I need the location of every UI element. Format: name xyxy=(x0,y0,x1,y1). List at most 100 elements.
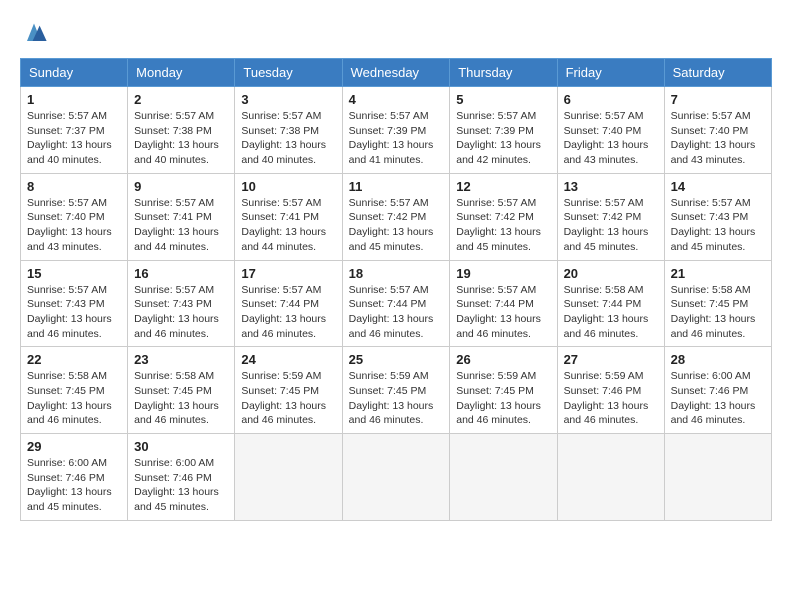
day-number: 18 xyxy=(349,266,444,281)
day-number: 7 xyxy=(671,92,765,107)
day-number: 3 xyxy=(241,92,335,107)
day-info: Sunrise: 5:57 AMSunset: 7:43 PMDaylight:… xyxy=(671,196,765,255)
header-row: SundayMondayTuesdayWednesdayThursdayFrid… xyxy=(21,59,772,87)
day-cell: 18 Sunrise: 5:57 AMSunset: 7:44 PMDayligh… xyxy=(342,260,450,347)
day-info: Sunrise: 5:59 AMSunset: 7:45 PMDaylight:… xyxy=(241,369,335,428)
day-cell: 4Sunrise: 5:57 AMSunset: 7:39 PMDaylight… xyxy=(342,87,450,174)
day-info: Sunrise: 5:58 AMSunset: 7:44 PMDaylight:… xyxy=(564,283,658,342)
day-cell: 16 Sunrise: 5:57 AMSunset: 7:43 PMDayligh… xyxy=(128,260,235,347)
day-info: Sunrise: 5:57 AMSunset: 7:43 PMDaylight:… xyxy=(27,283,121,342)
day-info: Sunrise: 5:57 AMSunset: 7:41 PMDaylight:… xyxy=(134,196,228,255)
day-number: 29 xyxy=(27,439,121,454)
day-number: 8 xyxy=(27,179,121,194)
day-info: Sunrise: 5:57 AMSunset: 7:40 PMDaylight:… xyxy=(671,109,765,168)
day-info: Sunrise: 5:57 AMSunset: 7:40 PMDaylight:… xyxy=(564,109,658,168)
day-number: 2 xyxy=(134,92,228,107)
day-number: 9 xyxy=(134,179,228,194)
day-cell: 14Sunrise: 5:57 AMSunset: 7:43 PMDayligh… xyxy=(664,173,771,260)
day-info: Sunrise: 5:59 AMSunset: 7:45 PMDaylight:… xyxy=(456,369,550,428)
day-info: Sunrise: 5:57 AMSunset: 7:38 PMDaylight:… xyxy=(134,109,228,168)
day-cell: 23Sunrise: 5:58 AMSunset: 7:45 PMDayligh… xyxy=(128,347,235,434)
day-cell: 8 Sunrise: 5:57 AMSunset: 7:40 PMDaylight… xyxy=(21,173,128,260)
day-cell xyxy=(342,434,450,521)
day-number: 25 xyxy=(349,352,444,367)
day-info: Sunrise: 5:57 AMSunset: 7:41 PMDaylight:… xyxy=(241,196,335,255)
day-info: Sunrise: 5:57 AMSunset: 7:38 PMDaylight:… xyxy=(241,109,335,168)
day-number: 5 xyxy=(456,92,550,107)
week-row-4: 29 Sunrise: 6:00 AMSunset: 7:46 PMDayligh… xyxy=(21,434,772,521)
week-row-1: 8 Sunrise: 5:57 AMSunset: 7:40 PMDaylight… xyxy=(21,173,772,260)
day-cell: 12 Sunrise: 5:57 AMSunset: 7:42 PMDayligh… xyxy=(450,173,557,260)
day-cell: 9 Sunrise: 5:57 AMSunset: 7:41 PMDaylight… xyxy=(128,173,235,260)
col-header-monday: Monday xyxy=(128,59,235,87)
col-header-thursday: Thursday xyxy=(450,59,557,87)
day-cell: 30 Sunrise: 6:00 AMSunset: 7:46 PMDayligh… xyxy=(128,434,235,521)
day-cell: 25 Sunrise: 5:59 AMSunset: 7:45 PMDayligh… xyxy=(342,347,450,434)
day-info: Sunrise: 5:58 AMSunset: 7:45 PMDaylight:… xyxy=(27,369,121,428)
day-info: Sunrise: 5:57 AMSunset: 7:39 PMDaylight:… xyxy=(456,109,550,168)
day-cell: 5 Sunrise: 5:57 AMSunset: 7:39 PMDaylight… xyxy=(450,87,557,174)
day-cell: 29 Sunrise: 6:00 AMSunset: 7:46 PMDayligh… xyxy=(21,434,128,521)
day-info: Sunrise: 5:57 AMSunset: 7:43 PMDaylight:… xyxy=(134,283,228,342)
day-cell: 20 Sunrise: 5:58 AMSunset: 7:44 PMDayligh… xyxy=(557,260,664,347)
day-info: Sunrise: 5:58 AMSunset: 7:45 PMDaylight:… xyxy=(134,369,228,428)
day-info: Sunrise: 6:00 AMSunset: 7:46 PMDaylight:… xyxy=(134,456,228,515)
day-number: 21 xyxy=(671,266,765,281)
col-header-wednesday: Wednesday xyxy=(342,59,450,87)
day-cell: 7 Sunrise: 5:57 AMSunset: 7:40 PMDaylight… xyxy=(664,87,771,174)
col-header-sunday: Sunday xyxy=(21,59,128,87)
day-number: 24 xyxy=(241,352,335,367)
day-cell: 26 Sunrise: 5:59 AMSunset: 7:45 PMDayligh… xyxy=(450,347,557,434)
week-row-0: 1 Sunrise: 5:57 AMSunset: 7:37 PMDaylight… xyxy=(21,87,772,174)
day-cell: 1 Sunrise: 5:57 AMSunset: 7:37 PMDaylight… xyxy=(21,87,128,174)
day-info: Sunrise: 5:58 AMSunset: 7:45 PMDaylight:… xyxy=(671,283,765,342)
day-number: 27 xyxy=(564,352,658,367)
day-number: 26 xyxy=(456,352,550,367)
day-number: 1 xyxy=(27,92,121,107)
col-header-friday: Friday xyxy=(557,59,664,87)
day-cell: 10Sunrise: 5:57 AMSunset: 7:41 PMDayligh… xyxy=(235,173,342,260)
day-info: Sunrise: 5:59 AMSunset: 7:45 PMDaylight:… xyxy=(349,369,444,428)
day-info: Sunrise: 5:57 AMSunset: 7:37 PMDaylight:… xyxy=(27,109,121,168)
day-cell: 28 Sunrise: 6:00 AMSunset: 7:46 PMDayligh… xyxy=(664,347,771,434)
day-number: 28 xyxy=(671,352,765,367)
week-row-2: 15 Sunrise: 5:57 AMSunset: 7:43 PMDayligh… xyxy=(21,260,772,347)
day-cell: 22Sunrise: 5:58 AMSunset: 7:45 PMDayligh… xyxy=(21,347,128,434)
day-number: 30 xyxy=(134,439,228,454)
day-number: 20 xyxy=(564,266,658,281)
calendar-table: SundayMondayTuesdayWednesdayThursdayFrid… xyxy=(20,58,772,521)
col-header-saturday: Saturday xyxy=(664,59,771,87)
day-info: Sunrise: 5:57 AMSunset: 7:42 PMDaylight:… xyxy=(349,196,444,255)
day-info: Sunrise: 6:00 AMSunset: 7:46 PMDaylight:… xyxy=(27,456,121,515)
day-info: Sunrise: 5:57 AMSunset: 7:44 PMDaylight:… xyxy=(241,283,335,342)
logo-icon xyxy=(20,20,48,48)
day-cell: 15 Sunrise: 5:57 AMSunset: 7:43 PMDayligh… xyxy=(21,260,128,347)
day-info: Sunrise: 6:00 AMSunset: 7:46 PMDaylight:… xyxy=(671,369,765,428)
day-number: 17 xyxy=(241,266,335,281)
day-cell: 27 Sunrise: 5:59 AMSunset: 7:46 PMDayligh… xyxy=(557,347,664,434)
day-info: Sunrise: 5:57 AMSunset: 7:44 PMDaylight:… xyxy=(456,283,550,342)
day-number: 16 xyxy=(134,266,228,281)
day-info: Sunrise: 5:57 AMSunset: 7:40 PMDaylight:… xyxy=(27,196,121,255)
day-cell xyxy=(235,434,342,521)
week-row-3: 22Sunrise: 5:58 AMSunset: 7:45 PMDayligh… xyxy=(21,347,772,434)
day-info: Sunrise: 5:57 AMSunset: 7:44 PMDaylight:… xyxy=(349,283,444,342)
day-number: 19 xyxy=(456,266,550,281)
day-cell: 24 Sunrise: 5:59 AMSunset: 7:45 PMDayligh… xyxy=(235,347,342,434)
day-cell: 2 Sunrise: 5:57 AMSunset: 7:38 PMDaylight… xyxy=(128,87,235,174)
day-cell: 19 Sunrise: 5:57 AMSunset: 7:44 PMDayligh… xyxy=(450,260,557,347)
day-cell xyxy=(664,434,771,521)
day-number: 11 xyxy=(349,179,444,194)
day-number: 13 xyxy=(564,179,658,194)
day-number: 15 xyxy=(27,266,121,281)
day-number: 12 xyxy=(456,179,550,194)
day-info: Sunrise: 5:59 AMSunset: 7:46 PMDaylight:… xyxy=(564,369,658,428)
day-cell: 11 Sunrise: 5:57 AMSunset: 7:42 PMDayligh… xyxy=(342,173,450,260)
day-number: 6 xyxy=(564,92,658,107)
day-cell: 3 Sunrise: 5:57 AMSunset: 7:38 PMDaylight… xyxy=(235,87,342,174)
day-info: Sunrise: 5:57 AMSunset: 7:42 PMDaylight:… xyxy=(456,196,550,255)
day-cell: 6 Sunrise: 5:57 AMSunset: 7:40 PMDaylight… xyxy=(557,87,664,174)
header xyxy=(20,20,772,48)
day-cell: 17 Sunrise: 5:57 AMSunset: 7:44 PMDayligh… xyxy=(235,260,342,347)
day-number: 4 xyxy=(349,92,444,107)
